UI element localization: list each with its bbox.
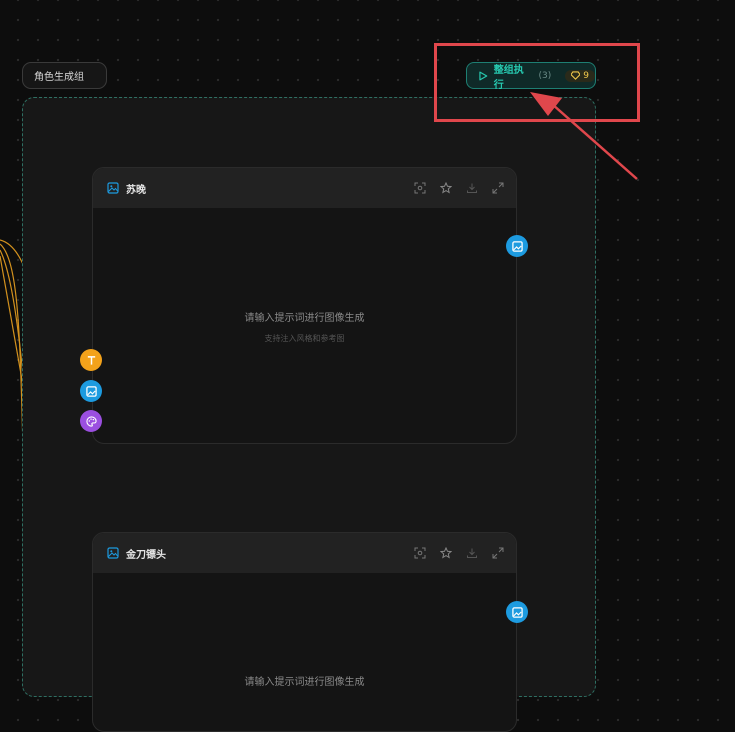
card-header: 苏晚 bbox=[93, 168, 516, 208]
focus-icon[interactable] bbox=[414, 547, 426, 559]
image-output-port[interactable] bbox=[506, 235, 528, 257]
card-body: 请输入提示词进行图像生成 支持注入风格和参考图 bbox=[93, 208, 516, 443]
image-input-port[interactable] bbox=[80, 380, 102, 402]
download-icon[interactable] bbox=[466, 547, 478, 559]
highlight-box bbox=[434, 43, 640, 122]
image-icon bbox=[85, 385, 97, 397]
image-icon bbox=[107, 547, 119, 559]
star-icon[interactable] bbox=[440, 547, 452, 559]
card-toolbar bbox=[414, 182, 504, 194]
group-name-tag[interactable]: 角色生成组 bbox=[22, 62, 107, 89]
download-icon[interactable] bbox=[466, 182, 478, 194]
card-header: 金刀镖头 bbox=[93, 533, 516, 573]
image-icon bbox=[511, 240, 523, 252]
card-title: 苏晚 bbox=[126, 184, 146, 196]
card-title: 金刀镖头 bbox=[126, 549, 166, 561]
prompt-hint: 支持注入风格和参考图 bbox=[264, 334, 345, 343]
image-icon bbox=[511, 606, 523, 618]
image-output-port[interactable] bbox=[506, 601, 528, 623]
style-input-port[interactable] bbox=[80, 410, 102, 432]
card-body: 请输入提示词进行图像生成 bbox=[93, 573, 516, 731]
palette-icon bbox=[85, 415, 97, 427]
image-icon bbox=[107, 182, 119, 194]
star-icon[interactable] bbox=[440, 182, 452, 194]
card-toolbar bbox=[414, 547, 504, 559]
image-node-card[interactable]: 苏晚 请输入提示词进行图像生成 支持注入风格和参考图 bbox=[92, 167, 517, 444]
expand-icon[interactable] bbox=[492, 182, 504, 194]
prompt-placeholder: 请输入提示词进行图像生成 bbox=[244, 677, 365, 688]
text-icon bbox=[87, 355, 95, 365]
image-node-card[interactable]: 金刀镖头 请输入提示词进行图像生成 bbox=[92, 532, 517, 732]
prompt-placeholder: 请输入提示词进行图像生成 bbox=[244, 313, 365, 324]
text-input-port[interactable] bbox=[80, 349, 102, 371]
group-name-label: 角色生成组 bbox=[34, 72, 84, 83]
focus-icon[interactable] bbox=[414, 182, 426, 194]
expand-icon[interactable] bbox=[492, 547, 504, 559]
